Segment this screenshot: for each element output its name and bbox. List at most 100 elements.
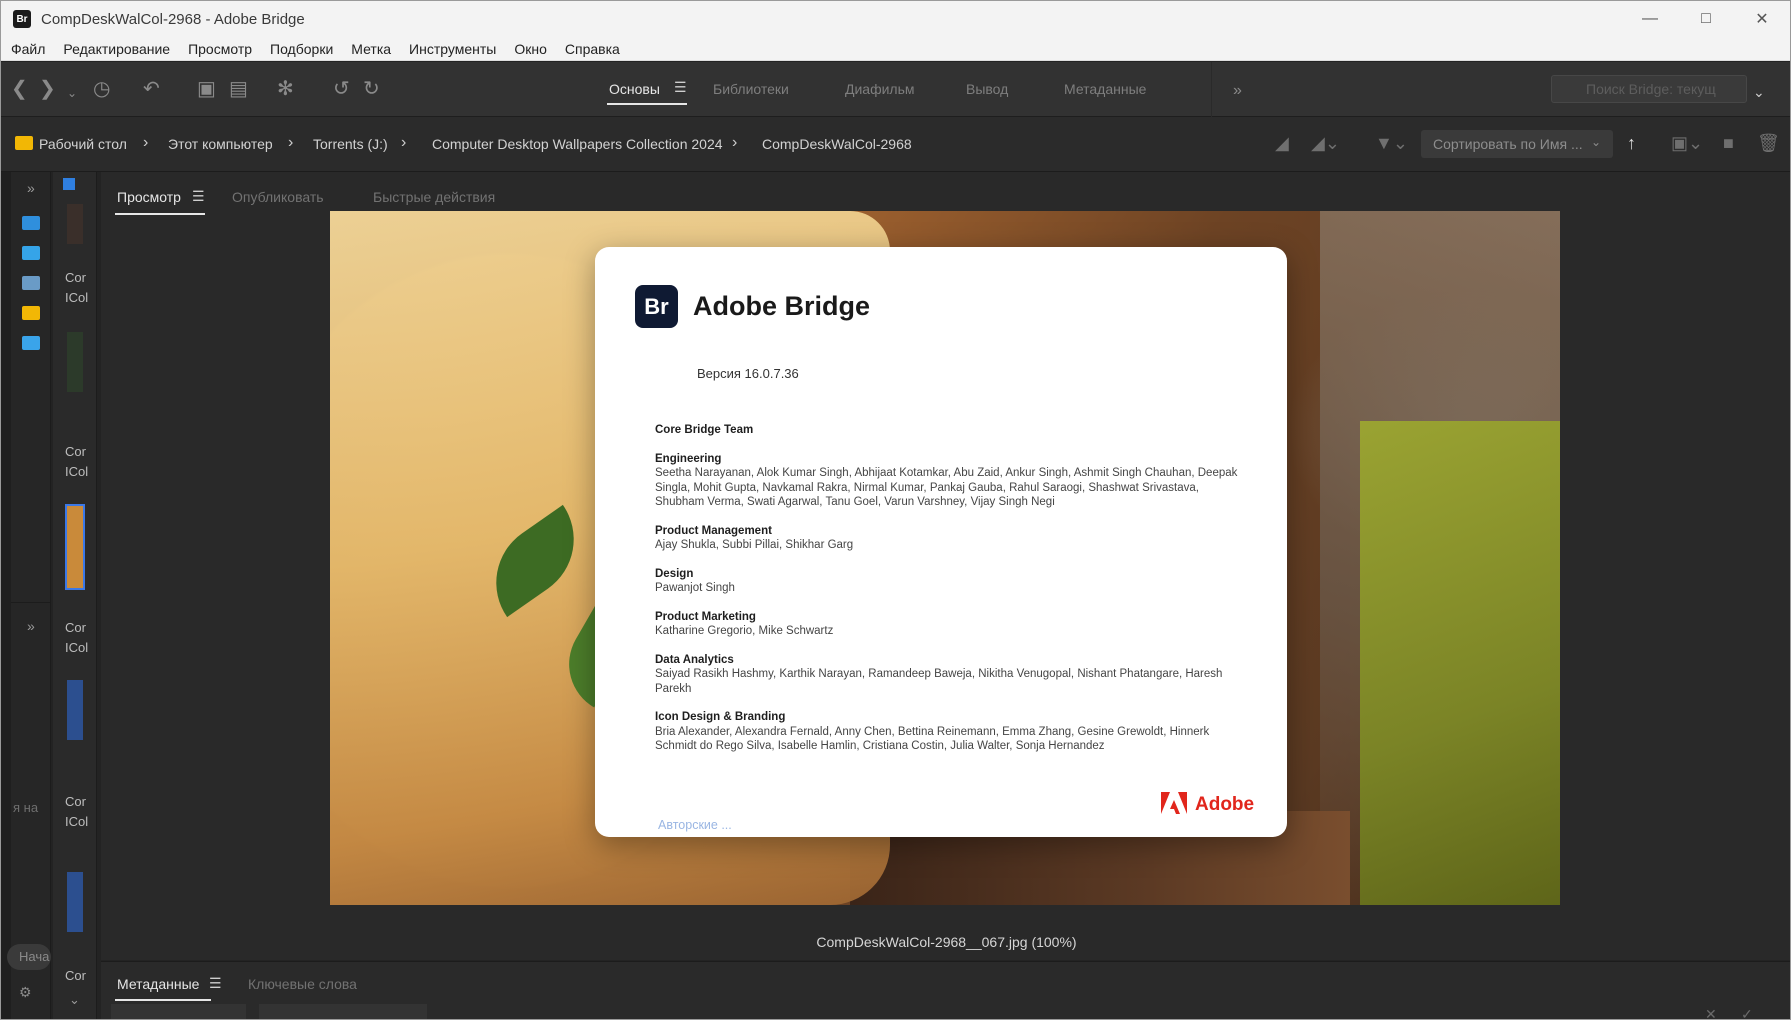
chevron-down-icon[interactable]: ⌄ <box>69 992 80 1008</box>
thumbnail-label: Cor ICol <box>65 620 89 655</box>
menu-view[interactable]: Просмотр <box>188 41 252 57</box>
expand-panel-icon[interactable]: » <box>27 618 35 634</box>
back-icon[interactable]: ❮ <box>11 78 28 100</box>
bridge-logo: Br <box>635 285 678 328</box>
credit-group-names: Ajay Shukla, Subbi Pillai, Shikhar Garg <box>655 539 854 551</box>
menu-window[interactable]: Окно <box>514 41 547 57</box>
folder-favorite-icon[interactable] <box>22 306 40 320</box>
metadata-tab-underline <box>115 999 211 1001</box>
credit-group-names: Bria Alexander, Alexandra Fernald, Anny … <box>655 725 1210 753</box>
workspace-libraries[interactable]: Библиотеки <box>713 81 789 97</box>
breadcrumb-current-folder[interactable]: CompDeskWalCol-2968 <box>762 136 912 152</box>
close-button[interactable]: ✕ <box>1734 1 1790 37</box>
preview-caption: CompDeskWalCol-2968__067.jpg (100%) <box>816 934 1077 950</box>
tab-publish[interactable]: Опубликовать <box>232 189 324 205</box>
metadata-field[interactable] <box>259 1004 427 1019</box>
tab-preview[interactable]: Просмотр <box>117 189 181 205</box>
expand-panel-icon[interactable]: » <box>27 180 35 196</box>
menu-tools[interactable]: Инструменты <box>409 41 496 57</box>
breadcrumb-separator-icon[interactable]: › <box>401 134 406 152</box>
sort-direction-icon[interactable]: ↑ <box>1627 133 1636 154</box>
credit-group-names: Seetha Narayanan, Alok Kumar Singh, Abhi… <box>655 467 1238 508</box>
computer-favorite-icon[interactable] <box>22 246 40 260</box>
menu-file[interactable]: Файл <box>11 41 45 57</box>
recent-folders-icon[interactable]: ▣⌄ <box>1671 133 1703 154</box>
legal-notices-link[interactable]: Авторские ... <box>658 818 732 832</box>
panel-settings-icon[interactable]: ⚙ <box>19 984 32 1001</box>
thumbnail-label: Cor ICol <box>65 444 89 479</box>
filter-icon[interactable]: ▼⌄ <box>1375 133 1408 154</box>
camera-download-icon[interactable]: ▣ <box>197 78 216 100</box>
window-title: CompDeskWalCol-2968 - Adobe Bridge <box>41 10 305 28</box>
product-name: Adobe Bridge <box>693 291 871 321</box>
forward-icon[interactable]: ❯ <box>39 78 56 100</box>
menu-edit[interactable]: Редактирование <box>63 41 170 57</box>
refine-icon[interactable]: ▤ <box>229 78 248 100</box>
boomerang-icon[interactable]: ↶ <box>143 78 160 100</box>
tab-quick-actions[interactable]: Быстрые действия <box>373 189 495 205</box>
breadcrumb-collection-folder[interactable]: Computer Desktop Wallpapers Collection 2… <box>432 136 723 152</box>
rating-filter-icon[interactable]: ◢⌄ <box>1311 133 1340 154</box>
rotate-right-icon[interactable]: ↻ <box>363 78 380 100</box>
workspace-menu-icon[interactable]: ☰ <box>674 79 687 96</box>
history-icon[interactable]: ◷ <box>93 78 110 100</box>
thumbnail[interactable] <box>67 332 83 392</box>
workspace-essentials[interactable]: Основы <box>609 81 660 97</box>
content-panel-strip: Cor ICol Cor ICol Cor ICol Cor ICol Cor … <box>53 172 97 1019</box>
breadcrumb-separator-icon[interactable]: › <box>143 134 148 152</box>
new-folder-icon[interactable]: ■ <box>1723 133 1734 154</box>
desktop-favorite-icon[interactable] <box>22 216 40 230</box>
rotate-left-icon[interactable]: ↺ <box>333 78 350 100</box>
workspace-metadata[interactable]: Метаданные <box>1064 81 1146 97</box>
credit-group: Product Marketing Katharine Gregorio, Mi… <box>655 610 1245 639</box>
more-workspaces-icon[interactable]: » <box>1233 80 1242 102</box>
selected-thumbnail[interactable] <box>65 504 85 590</box>
menu-help[interactable]: Справка <box>565 41 620 57</box>
thumbnail-quality-icon[interactable]: ◢ <box>1275 133 1289 154</box>
thumbnail-label: Cor <box>65 968 86 983</box>
photo-napkin <box>1360 421 1560 905</box>
breadcrumb-this-pc[interactable]: Этот компьютер <box>168 136 273 152</box>
maximize-button[interactable]: □ <box>1678 1 1734 37</box>
thumbnail[interactable] <box>67 204 83 244</box>
metadata-field[interactable] <box>111 1004 246 1019</box>
about-dialog[interactable]: Br Adobe Bridge Версия 16.0.7.36 Core Br… <box>595 247 1287 837</box>
panel-menu-icon[interactable]: ☰ <box>209 975 222 992</box>
toolbar-divider <box>1211 62 1212 117</box>
thumbnail-label: Cor ICol <box>65 794 89 829</box>
breadcrumb-desktop[interactable]: Рабочий стол <box>39 136 127 152</box>
menu-stacks[interactable]: Подборки <box>270 41 333 57</box>
folder-icon <box>15 136 33 150</box>
credit-group-title: Design <box>655 567 694 580</box>
workspace-output[interactable]: Вывод <box>966 81 1008 97</box>
credit-group: Product Management Ajay Shukla, Subbi Pi… <box>655 524 1245 553</box>
minimize-button[interactable]: — <box>1622 1 1678 37</box>
menu-label[interactable]: Метка <box>351 41 391 57</box>
open-in-camera-raw-icon[interactable]: ✻ <box>277 78 294 100</box>
apply-icon[interactable]: ✓ <box>1741 1006 1753 1019</box>
content-tab-icon[interactable] <box>63 178 75 190</box>
window-controls: — □ ✕ <box>1622 1 1790 37</box>
pictures-favorite-icon[interactable] <box>22 336 40 350</box>
sort-dropdown[interactable]: Сортировать по Имя ... <box>1421 130 1613 158</box>
tab-keywords[interactable]: Ключевые слова <box>248 976 357 992</box>
preview-tab-underline <box>115 213 205 215</box>
breadcrumb-separator-icon[interactable]: › <box>732 134 737 152</box>
breadcrumb-separator-icon[interactable]: › <box>288 134 293 152</box>
delete-icon[interactable]: 🗑 <box>1757 133 1780 154</box>
documents-favorite-icon[interactable] <box>22 276 40 290</box>
credits-list: Core Bridge Team Engineering Seetha Nara… <box>655 423 1245 768</box>
credits-team-title: Core Bridge Team <box>655 424 754 436</box>
recent-dropdown-icon[interactable]: ⌄ <box>67 82 77 104</box>
search-options-chevron-icon[interactable]: ⌄ <box>1753 81 1765 103</box>
thumbnail[interactable] <box>67 872 83 932</box>
workspace-filmstrip[interactable]: Диафильм <box>845 81 915 97</box>
panel-menu-icon[interactable]: ☰ <box>192 188 205 205</box>
thumbnail[interactable] <box>67 680 83 740</box>
tab-metadata[interactable]: Метаданные <box>117 976 199 992</box>
workspace-active-underline <box>607 103 687 105</box>
credit-group-names: Pawanjot Singh <box>655 582 735 594</box>
cancel-icon[interactable]: ✕ <box>1705 1006 1717 1019</box>
breadcrumb-torrents-drive[interactable]: Torrents (J:) <box>313 136 388 152</box>
search-input[interactable]: Поиск Bridge: текущ <box>1551 75 1747 103</box>
